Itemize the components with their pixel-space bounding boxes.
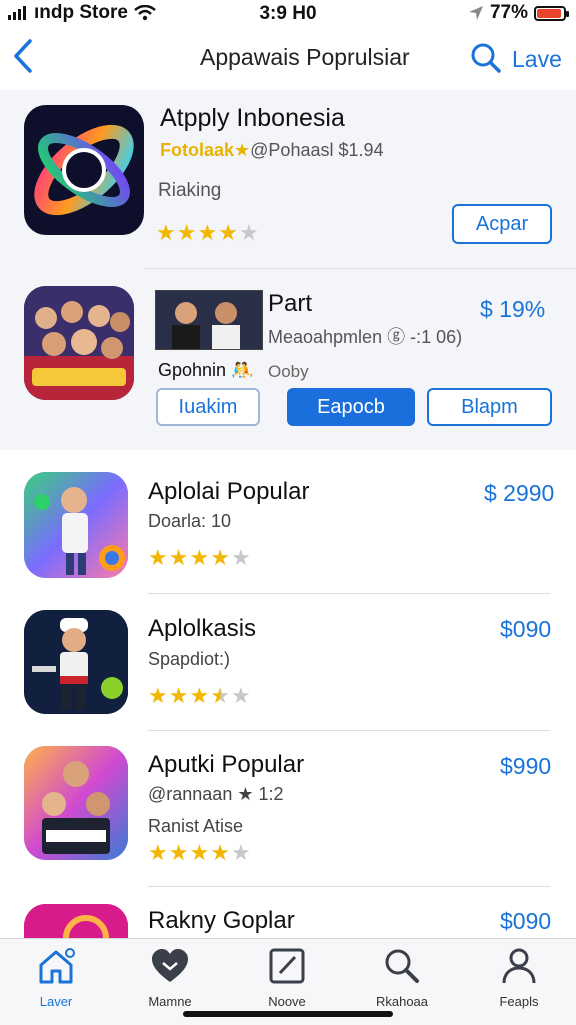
app-icon-featured-1[interactable] [24, 105, 144, 235]
primary-button[interactable]: Eapocb [287, 388, 415, 426]
star-icon: ★ [189, 840, 211, 865]
home-icon [39, 948, 75, 984]
list-3-price: $990 [500, 753, 552, 779]
featured-2-title[interactable]: Part [268, 290, 312, 318]
tab-noove[interactable]: Noove [237, 947, 337, 1009]
search-icon [385, 949, 419, 983]
star-icon: ★ [197, 220, 219, 245]
star-icon: ★ [168, 545, 190, 570]
star-icon: ★ [238, 220, 260, 245]
battery-percent: 77% [489, 2, 528, 23]
featured-2-tag: Gpohnin 🤼 [158, 360, 254, 380]
star-icon: ★ [210, 683, 231, 708]
list-1-subtitle: Doarla: 10 [148, 511, 232, 531]
star-icon: ★ [168, 840, 190, 865]
tab-label: Rkahoaa [375, 994, 429, 1009]
tab-laver[interactable]: Laver [6, 947, 106, 1009]
divider [148, 886, 550, 887]
list-3-title[interactable]: Aputki Popular [148, 751, 304, 779]
star-icon: ★ [148, 683, 169, 708]
list-2-subtitle: Spapdiot:) [148, 649, 231, 669]
tab-label: Laver [39, 994, 73, 1009]
tertiary-button[interactable]: Blapm [427, 388, 552, 426]
star-icon: ★ [156, 220, 177, 245]
list-3-subtitle-2: Ranist Atise [148, 816, 244, 836]
app-icon-featured-2[interactable] [24, 286, 134, 400]
star-icon: ★ [148, 840, 169, 865]
status-bar: ındp Store 3:9 H0 77% [0, 0, 576, 26]
featured-2-subtitle: Meaoahpmlen ⓖ -:1 06) [268, 327, 463, 347]
star-rating: ★★★★★ [156, 220, 260, 246]
secondary-button[interactable]: Iuakim [156, 388, 260, 426]
star-icon: ★ [176, 220, 198, 245]
heart-icon [152, 949, 188, 982]
featured-2-tag-secondary: Ooby [268, 362, 309, 381]
back-chevron-icon[interactable] [12, 38, 34, 74]
featured-1-title[interactable]: Atpply Inbonesia [160, 104, 345, 133]
person-icon [502, 948, 536, 984]
divider [144, 268, 576, 269]
star-rating: ★★★★★ [148, 840, 252, 866]
list-1-price: $ 2990 [484, 480, 555, 506]
star-icon: ★ [230, 683, 252, 708]
tab-label: Feapls [499, 994, 539, 1009]
tab-label: Noove [268, 994, 306, 1009]
app-icon-list-1[interactable] [24, 472, 128, 578]
tab-mamne[interactable]: Mamne [120, 947, 220, 1009]
app-icon-list-2[interactable] [24, 610, 128, 714]
tab-feapls[interactable]: Feapls [469, 947, 569, 1009]
star-icon: ★ [230, 840, 252, 865]
star-rating: ★★★★★ [148, 683, 252, 709]
tab-rkahoaa[interactable]: Rkahoaa [352, 947, 452, 1009]
list-4-price: $090 [500, 908, 552, 934]
get-button[interactable]: Acpar [452, 204, 552, 244]
featured-1-rank-label: Riaking [158, 180, 222, 201]
star-icon: ★ [230, 545, 252, 570]
nav-bar: Appawais Poprulsiar Lave [0, 26, 576, 90]
featured-2-price: $ 19% [480, 296, 546, 322]
list-2-price: $090 [500, 616, 552, 642]
star-icon: ★ [210, 840, 231, 865]
page-title: Appawais Poprulsiar [200, 44, 410, 70]
divider [148, 730, 550, 731]
star-icon: ★ [218, 220, 239, 245]
list-1-title[interactable]: Aplolai Popular [148, 478, 309, 506]
featured-1-publisher: Fotolaak★ [160, 140, 251, 160]
featured-1-subtitle: Fotolaak★@Pohaasl $1.94 [160, 140, 384, 161]
edit-icon [269, 948, 305, 984]
star-icon: ★ [148, 545, 169, 570]
list-2-title[interactable]: Aplolkasis [148, 615, 256, 643]
featured-1-meta: @Pohaasl $1.94 [250, 140, 384, 160]
home-indicator [183, 1011, 393, 1017]
status-right: 77% [468, 2, 569, 24]
location-icon [468, 6, 483, 20]
nav-action-button[interactable]: Lave [512, 46, 562, 73]
battery-icon [534, 5, 569, 21]
list-3-subtitle: @rannaan ★ 1:2 [148, 784, 284, 804]
app-icon-list-3[interactable] [24, 746, 128, 860]
divider [148, 593, 550, 594]
list-4-title[interactable]: Rakny Goplar [148, 907, 295, 935]
star-icon: ★ [189, 683, 211, 708]
star-icon: ★ [210, 545, 231, 570]
star-icon: ★ [189, 545, 211, 570]
app-screenshot-thumbnail[interactable] [155, 290, 263, 350]
search-icon[interactable] [470, 42, 502, 74]
tab-label: Mamne [148, 994, 192, 1009]
star-rating: ★★★★★ [148, 545, 252, 571]
star-icon: ★ [168, 683, 190, 708]
